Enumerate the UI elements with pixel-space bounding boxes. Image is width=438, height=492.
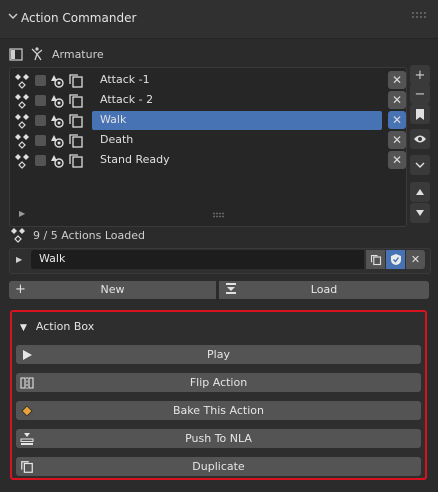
remove-action-button[interactable]: ✕ xyxy=(388,91,406,109)
panel-header[interactable]: Action Commander xyxy=(0,0,438,39)
action-checkbox[interactable] xyxy=(35,95,46,106)
action-checkbox[interactable] xyxy=(35,75,46,86)
remove-action-button[interactable]: ✕ xyxy=(388,131,406,149)
fake-user-icon[interactable] xyxy=(49,93,65,109)
panel-title: Action Commander xyxy=(21,11,137,25)
flip-action-button[interactable]: Flip Action xyxy=(16,373,421,392)
unlink-action-button[interactable]: ✕ xyxy=(406,250,425,269)
duplicate-icon[interactable] xyxy=(68,93,84,109)
properties-icon xyxy=(9,47,23,61)
action-box-header[interactable]: ▼ Action Box xyxy=(20,320,94,333)
duplicate-icon[interactable] xyxy=(68,73,84,89)
add-button[interactable]: + xyxy=(410,65,430,85)
remove-button[interactable]: − xyxy=(410,84,430,104)
action-box-panel: ▼ Action Box Play Flip Action Bake This A… xyxy=(10,310,427,480)
action-keyframes-icon xyxy=(12,133,32,149)
new-load-row: + New Load xyxy=(9,281,429,299)
expand-arrow-icon[interactable]: ▶ xyxy=(16,255,22,264)
fake-user-icon[interactable] xyxy=(49,73,65,89)
drag-handle-icon[interactable] xyxy=(410,10,430,25)
fake-user-icon[interactable] xyxy=(49,153,65,169)
load-button[interactable]: Load xyxy=(219,281,429,299)
chevron-down-icon[interactable] xyxy=(410,155,430,175)
action-keyframes-icon xyxy=(12,73,32,89)
armature-icon xyxy=(29,46,45,62)
active-action-value: Walk xyxy=(39,252,66,265)
action-keyframes-icon xyxy=(12,93,32,109)
bookmark-icon[interactable] xyxy=(410,104,430,124)
list-item[interactable]: Death ✕ xyxy=(12,131,406,150)
action-keyframes-icon xyxy=(12,113,32,129)
chevron-down-icon[interactable] xyxy=(8,11,18,21)
duplicate-action-button[interactable] xyxy=(366,250,385,269)
armature-label: Armature xyxy=(52,48,104,61)
remove-action-button[interactable]: ✕ xyxy=(388,71,406,89)
action-name: Attack - 2 xyxy=(100,93,154,106)
action-box-title: Action Box xyxy=(35,320,95,333)
list-item-selected[interactable]: Walk ✕ xyxy=(12,111,406,130)
action-name: Death xyxy=(100,133,134,146)
remove-action-button[interactable]: ✕ xyxy=(388,111,406,129)
bake-action-button[interactable]: Bake This Action xyxy=(16,401,421,420)
action-keyframes-icon xyxy=(10,227,26,243)
action-keyframes-icon xyxy=(12,153,32,169)
list-item[interactable]: Attack - 2 ✕ xyxy=(12,91,406,110)
move-down-button[interactable] xyxy=(410,203,430,223)
list-item[interactable]: Attack -1 ✕ xyxy=(12,71,406,90)
new-button[interactable]: + New xyxy=(9,281,216,299)
action-name: Walk xyxy=(100,113,127,126)
collapse-triangle-icon[interactable]: ▼ xyxy=(20,323,27,333)
resize-grip-icon[interactable] xyxy=(212,211,226,220)
duplicate-icon[interactable] xyxy=(68,153,84,169)
duplicate-icon[interactable] xyxy=(68,133,84,149)
duplicate-button[interactable]: Duplicate xyxy=(16,457,421,476)
shield-icon[interactable] xyxy=(386,250,405,269)
action-list[interactable]: Attack -1 ✕ Attack - 2 ✕ Walk ✕ Death ✕ … xyxy=(9,67,407,227)
remove-action-button[interactable]: ✕ xyxy=(388,151,406,169)
play-button[interactable]: Play xyxy=(16,345,421,364)
active-action-field[interactable]: Walk xyxy=(31,250,364,269)
eye-icon[interactable] xyxy=(410,129,430,149)
fake-user-icon[interactable] xyxy=(49,133,65,149)
actions-loaded-status: 9 / 5 Actions Loaded xyxy=(33,229,146,242)
action-name: Stand Ready xyxy=(100,153,170,166)
fake-user-icon[interactable] xyxy=(49,113,65,129)
list-item[interactable]: Stand Ready ✕ xyxy=(12,151,406,170)
action-name: Attack -1 xyxy=(100,73,150,86)
expand-filter-icon[interactable]: ▶ xyxy=(19,209,25,218)
action-checkbox[interactable] xyxy=(35,155,46,166)
move-up-button[interactable] xyxy=(410,182,430,202)
duplicate-icon[interactable] xyxy=(68,113,84,129)
action-checkbox[interactable] xyxy=(35,135,46,146)
push-to-nla-button[interactable]: Push To NLA xyxy=(16,429,421,448)
action-checkbox[interactable] xyxy=(35,115,46,126)
